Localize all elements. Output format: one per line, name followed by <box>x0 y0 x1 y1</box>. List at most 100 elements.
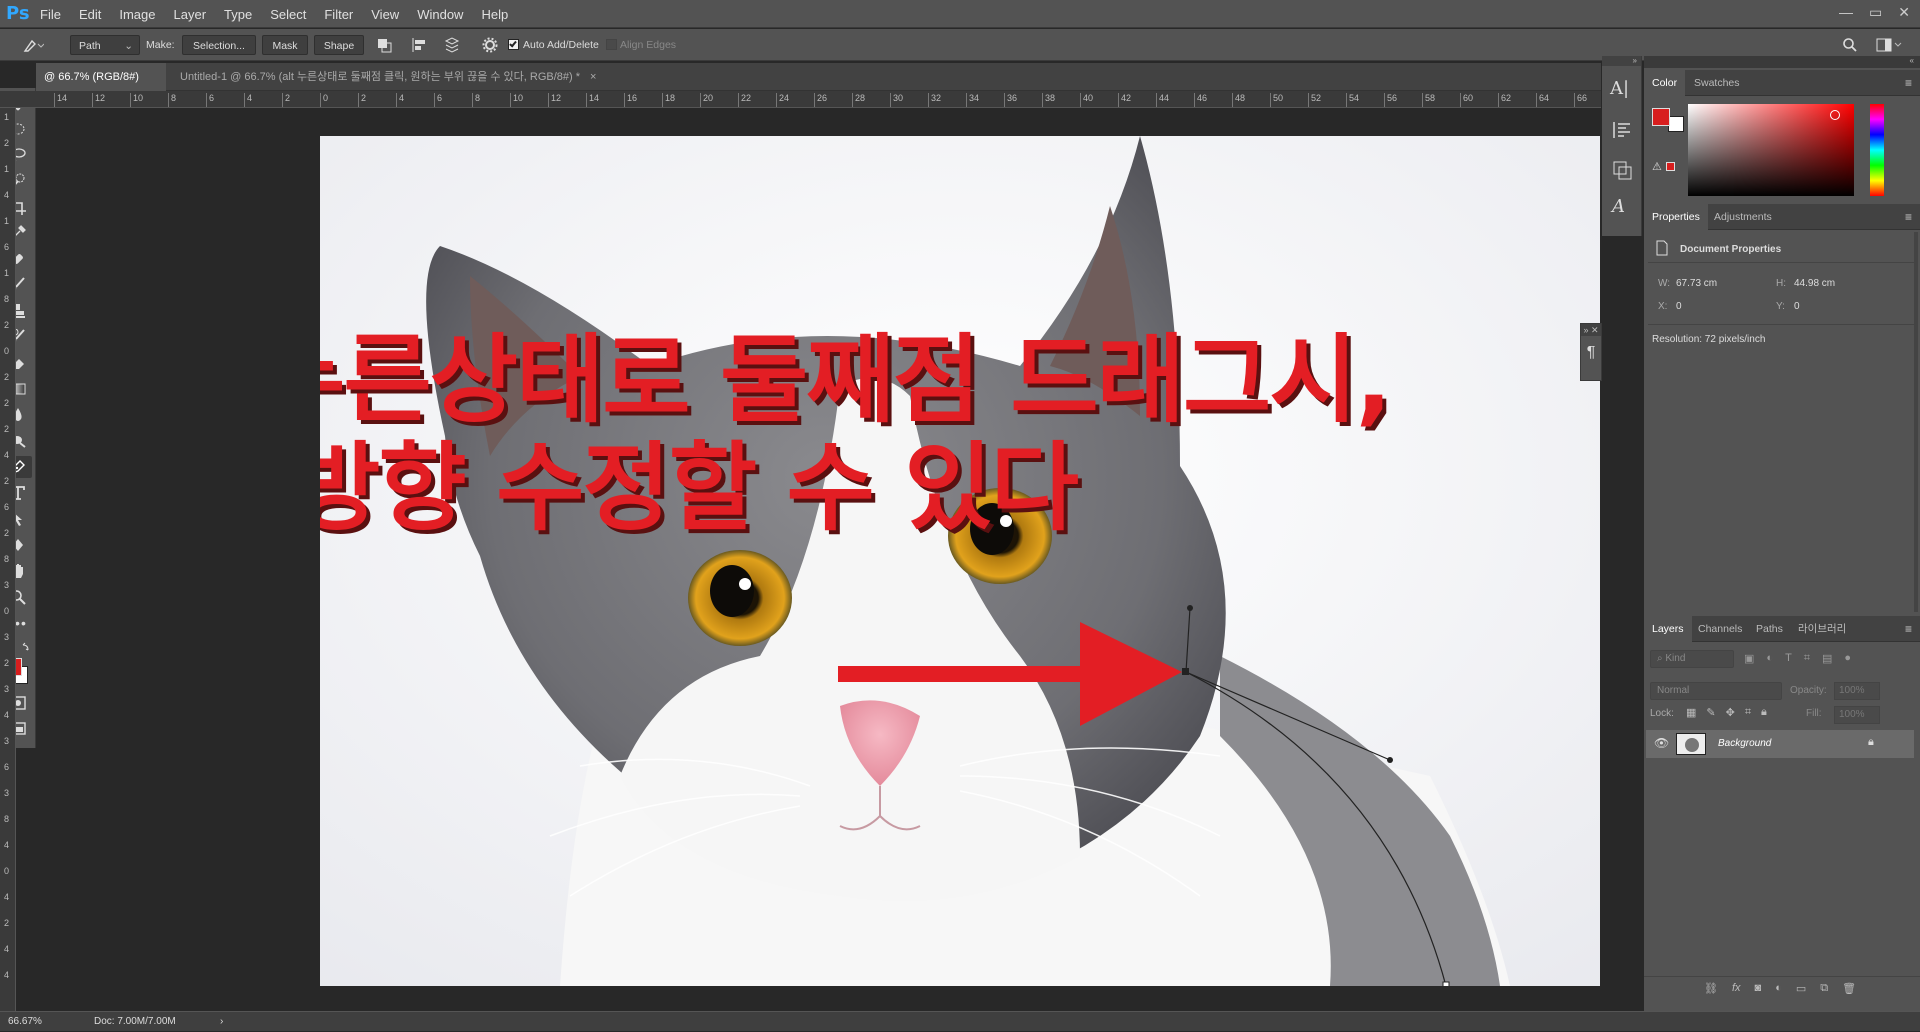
main-menu: File Edit Image Layer Type Select Filter… <box>40 0 526 28</box>
search-icon[interactable] <box>1842 37 1858 53</box>
tab-color[interactable]: Color <box>1644 70 1686 96</box>
paragraph-panel-icon[interactable] <box>1612 120 1632 140</box>
fx-icon[interactable]: fx <box>1732 982 1741 995</box>
menu-window[interactable]: Window <box>417 7 463 22</box>
color-fg-swatch[interactable] <box>1652 108 1670 126</box>
layer-row-background[interactable]: 👁︎ Background 🔒︎ <box>1646 730 1914 758</box>
character-panel-icon[interactable]: A| <box>1610 78 1629 99</box>
color-bg-swatch[interactable] <box>1668 116 1684 132</box>
layer-filter-select[interactable]: ⌕ Kind <box>1650 650 1734 668</box>
lock-position-icon[interactable]: ✥ <box>1726 706 1735 719</box>
menu-view[interactable]: View <box>371 7 399 22</box>
close-window-button[interactable]: ✕ <box>1898 4 1910 21</box>
menu-layer[interactable]: Layer <box>174 7 207 22</box>
filter-type-icon[interactable]: T <box>1785 652 1792 665</box>
menu-filter[interactable]: Filter <box>324 7 353 22</box>
tab-adjustments[interactable]: Adjustments <box>1706 204 1780 230</box>
zoom-level[interactable]: 66.67% <box>8 1012 42 1032</box>
chevron-down-icon: ⌄ <box>124 40 133 52</box>
tab-layers[interactable]: Layers <box>1644 616 1692 642</box>
adjustment-layer-icon[interactable]: ◐ <box>1775 982 1782 995</box>
expand-icon[interactable]: » <box>1602 56 1641 66</box>
pen-mode-select[interactable]: Path ⌄ <box>70 35 140 55</box>
height-value[interactable]: 44.98 cm <box>1794 278 1835 289</box>
eye-icon[interactable]: 👁︎ <box>1654 736 1669 750</box>
document-tabs: @ 66.7% (RGB/8#) *× Untitled-1 @ 66.7% (… <box>36 63 1601 111</box>
new-layer-icon[interactable]: ⧉ <box>1820 982 1828 995</box>
close-icon[interactable]: × <box>590 71 596 83</box>
lock-brush-icon[interactable]: ✎ <box>1706 706 1715 719</box>
tab-document-2[interactable]: Untitled-1 @ 66.7% (alt 누른상태로 둘째점 클릭, 원하… <box>172 63 692 91</box>
path-arrangement-icon[interactable] <box>442 36 462 54</box>
filter-smart-icon[interactable]: ▤ <box>1822 652 1832 665</box>
align-edges-checkbox[interactable] <box>606 39 617 50</box>
paragraph-icon[interactable]: ¶ <box>1581 344 1601 362</box>
collapse-icon[interactable]: » ✕ <box>1581 324 1601 336</box>
menu-image[interactable]: Image <box>119 7 155 22</box>
tab-channels[interactable]: Channels <box>1690 616 1750 642</box>
gamut-warning-icon[interactable]: ⚠ <box>1652 160 1662 173</box>
fill-field[interactable]: 100% <box>1834 706 1880 724</box>
x-value[interactable]: 0 <box>1676 301 1682 312</box>
properties-scrollbar[interactable] <box>1914 232 1918 612</box>
menu-help[interactable]: Help <box>481 7 508 22</box>
pen-tool-preset-icon[interactable] <box>22 37 44 53</box>
ruler-tick-label: 3 <box>4 684 10 694</box>
tab-properties[interactable]: Properties <box>1644 204 1708 230</box>
gear-icon[interactable] <box>482 37 498 53</box>
gamut-color-swatch[interactable] <box>1666 162 1675 171</box>
menu-select[interactable]: Select <box>270 7 306 22</box>
restore-button[interactable]: ▭ <box>1869 4 1882 21</box>
menu-type[interactable]: Type <box>224 7 252 22</box>
add-mask-icon[interactable]: ◙ <box>1755 982 1762 995</box>
document-canvas[interactable]: alt 누른상태로 둘째점 드래그시, 다음 방향 수정할 수 있다 <box>320 136 1600 986</box>
filter-toggle-icon[interactable]: ● <box>1844 652 1851 665</box>
glyphs-panel-icon[interactable] <box>1612 160 1632 180</box>
link-layers-icon[interactable]: ⛓︎ <box>1704 982 1718 995</box>
y-value[interactable]: 0 <box>1794 301 1800 312</box>
width-value[interactable]: 67.73 cm <box>1676 278 1717 289</box>
filter-pixel-icon[interactable]: ▣ <box>1744 652 1754 665</box>
ruler-tick-label: 10 <box>130 93 143 107</box>
folder-icon[interactable]: ▭ <box>1796 982 1806 995</box>
tab-document-1[interactable]: @ 66.7% (RGB/8#) *× <box>36 63 166 111</box>
opacity-field[interactable]: 100% <box>1834 682 1880 700</box>
make-mask-button[interactable]: Mask <box>262 35 308 55</box>
filter-shape-icon[interactable]: ⌗ <box>1804 652 1810 665</box>
minimize-button[interactable]: — <box>1839 4 1853 21</box>
ruler-tick-label: 2 <box>4 372 10 382</box>
panel-menu-icon[interactable]: ≡ <box>1905 622 1912 636</box>
menu-edit[interactable]: Edit <box>79 7 101 22</box>
ruler-origin[interactable] <box>0 91 36 108</box>
collapse-panels-icon[interactable]: « <box>1644 56 1920 68</box>
color-picker-marker[interactable] <box>1830 110 1840 120</box>
panel-menu-icon[interactable]: ≡ <box>1905 210 1912 224</box>
color-field[interactable] <box>1688 104 1854 196</box>
ruler-tick-label: 8 <box>168 93 176 107</box>
lock-all-icon[interactable]: 🔒︎ <box>1761 706 1767 719</box>
tab-swatches[interactable]: Swatches <box>1686 70 1748 96</box>
menu-file[interactable]: File <box>40 7 61 22</box>
character-styles-icon[interactable]: A <box>1612 196 1625 217</box>
path-alignment-icon[interactable] <box>410 37 428 53</box>
workspace-icon[interactable] <box>1876 37 1904 53</box>
filter-adjustment-icon[interactable]: ◐ <box>1766 652 1773 665</box>
lock-artboard-icon[interactable]: ⌗ <box>1745 706 1751 719</box>
panel-menu-icon[interactable]: ≡ <box>1905 76 1912 90</box>
path-operations-icon[interactable] <box>376 37 394 53</box>
hue-slider[interactable] <box>1870 104 1884 196</box>
trash-icon[interactable]: 🗑︎ <box>1842 982 1856 995</box>
thumbnail-cat-icon <box>1685 738 1699 752</box>
blend-mode-select[interactable]: Normal <box>1650 682 1782 700</box>
status-menu-arrow[interactable]: › <box>220 1012 223 1032</box>
tab-libraries[interactable]: 라이브러리 <box>1790 616 1854 642</box>
tab-paths[interactable]: Paths <box>1748 616 1791 642</box>
auto-add-delete-checkbox[interactable] <box>508 39 519 50</box>
ruler-tick-label: 1 <box>4 112 10 122</box>
lock-transparent-icon[interactable]: ▦ <box>1686 706 1696 719</box>
ruler-tick-label: 3 <box>4 788 10 798</box>
layer-name[interactable]: Background <box>1718 738 1771 749</box>
make-shape-button[interactable]: Shape <box>314 35 364 55</box>
ruler-tick-label: 2 <box>4 658 10 668</box>
make-selection-button[interactable]: Selection... <box>182 35 256 55</box>
